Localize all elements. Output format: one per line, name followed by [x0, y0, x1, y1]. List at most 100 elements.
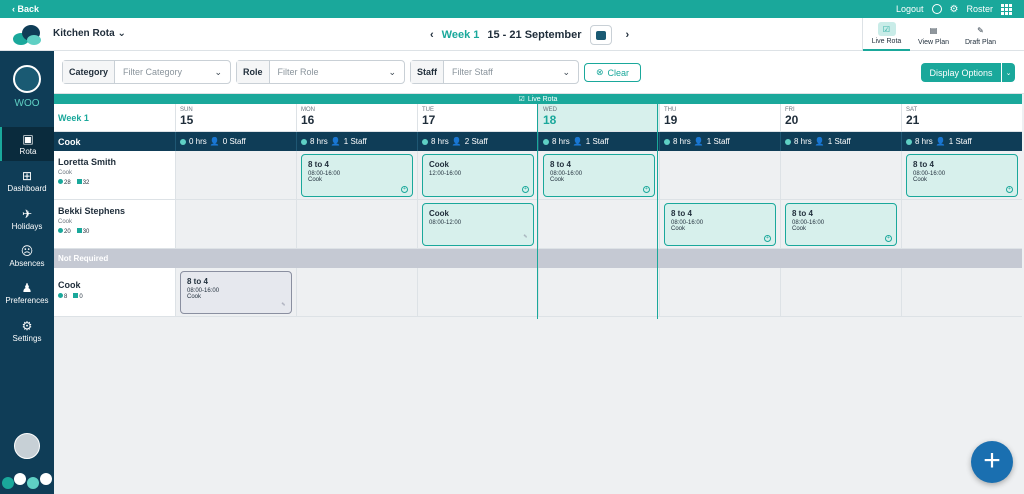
logout-link[interactable]: Logout [896, 4, 924, 14]
day-cell[interactable]: 8 to 4 08:00-16:00 Cook ✎ [175, 268, 296, 316]
view-draft-plan[interactable]: ✎ Draft Plan [957, 18, 1004, 51]
days-header: Week 1 SUN 15 MON 16 TUE 17 WED 18 THU 19 FRI… [54, 104, 1022, 132]
sidebar-item-settings[interactable]: ⚙ Settings [0, 314, 54, 348]
day-header-today: WED 18 [538, 104, 659, 131]
rota-selector[interactable]: Kitchen Rota ⌄ [53, 28, 126, 39]
roster-link[interactable]: Roster [966, 4, 993, 14]
day-cell[interactable] [901, 268, 1022, 316]
shift-card[interactable]: 8 to 4 08:00-16:00 Cook ✎ [180, 271, 292, 314]
day-cell[interactable] [175, 200, 296, 248]
prev-week-icon[interactable]: ‹ [430, 29, 434, 41]
shift-card[interactable]: Cook 12:00-16:00 + [422, 154, 534, 197]
hours: 8 hrs [431, 137, 449, 146]
clock-icon [58, 179, 63, 184]
sidebar-item-dashboard[interactable]: ⊞ Dashboard [0, 164, 54, 198]
clock-icon [422, 138, 428, 145]
staff-filter[interactable]: Staff Filter Staff ⌄ [410, 60, 579, 84]
day-cell[interactable]: 8 to 4 08:00-16:00 Cook + [659, 200, 780, 248]
logout-icon[interactable] [931, 4, 942, 14]
staff-role: Cook [58, 219, 73, 225]
day-cell[interactable] [659, 268, 780, 316]
plus-circle-icon[interactable]: + [522, 186, 529, 193]
holiday-icon: ✈ [21, 206, 33, 221]
day-cell[interactable]: Cook 12:00-16:00 + [417, 151, 538, 199]
sidebar-item-rota[interactable]: ▣ Rota [0, 127, 54, 161]
day-cell[interactable] [296, 200, 417, 248]
clear-button[interactable]: ⊗ Clear [584, 63, 641, 82]
staff-role: Cook [58, 170, 73, 176]
shift-card[interactable]: Cook 08:00-12:00 ✎ [422, 203, 534, 246]
day-cell[interactable] [296, 268, 417, 316]
day-number: 20 [785, 113, 799, 127]
person-icon: 👤 [209, 137, 220, 146]
sidebar-item-absences[interactable]: ☹ Absences [0, 239, 54, 273]
briefcase-icon: ▤ [929, 25, 938, 35]
next-week-icon[interactable]: › [626, 29, 630, 41]
plus-circle-icon[interactable]: + [643, 186, 650, 193]
calendar-button[interactable] [589, 25, 612, 45]
view-plan[interactable]: ▤ View Plan [910, 18, 957, 51]
day-cell[interactable] [901, 200, 1022, 248]
contract-icon [73, 293, 79, 298]
day-cell[interactable]: 8 to 4 08:00-16:00 Cook + [296, 151, 417, 199]
day-cell[interactable] [175, 151, 296, 199]
settings-icon[interactable]: ⚙ [950, 4, 959, 15]
clear-icon: ⊗ [595, 67, 604, 77]
view-live-rota[interactable]: ☑ Live Rota [863, 18, 910, 51]
chevron-down-icon: ⌄ [388, 66, 396, 77]
pencil-icon[interactable]: ✎ [280, 303, 287, 310]
shift-card[interactable]: 8 to 4 08:00-16:00 Cook + [906, 154, 1018, 197]
person-icon: 👤 [935, 137, 946, 146]
day-cell[interactable] [780, 151, 901, 199]
plus-circle-icon[interactable]: + [764, 235, 771, 242]
shift-role: Cook [550, 177, 565, 183]
sidebar-item-preferences[interactable]: ♟ Preferences [0, 276, 54, 310]
back-link[interactable]: ‹ Back [12, 4, 39, 14]
stat-contract: 32 [82, 180, 90, 186]
day-cell[interactable]: 8 to 4 08:00-16:00 Cook + [538, 151, 659, 199]
day-cell[interactable] [538, 268, 659, 316]
shift-card[interactable]: 8 to 4 08:00-16:00 Cook + [785, 203, 897, 246]
calendar-icon [595, 30, 606, 40]
display-options-button[interactable]: Display Options [921, 63, 1001, 82]
plus-circle-icon[interactable]: + [1006, 186, 1013, 193]
day-cell[interactable]: 8 to 4 08:00-16:00 Cook + [901, 151, 1022, 199]
hours: 8 hrs [915, 137, 933, 146]
shift-role: Cook [792, 226, 807, 232]
company-logo [13, 65, 41, 93]
staff-count: 0 Staff [222, 137, 246, 146]
plus-circle-icon[interactable]: + [401, 186, 408, 193]
day-cell[interactable]: Cook 08:00-12:00 ✎ [417, 200, 538, 248]
hours: 8 hrs [310, 137, 328, 146]
person-icon: 👤 [330, 137, 341, 146]
day-summary: 8 hrs 👤 1 Staff [659, 132, 780, 151]
absences-icon: ☹ [20, 243, 34, 258]
staff-count: 1 Staff [343, 137, 367, 146]
day-cell[interactable] [780, 268, 901, 316]
display-options-dropdown[interactable]: ⌄ [1002, 63, 1015, 82]
staff-info[interactable]: Loretta Smith Cook 28 32 [54, 151, 175, 199]
category-filter[interactable]: Category Filter Category ⌄ [62, 60, 231, 84]
sidebar-item-holidays[interactable]: ✈ Holidays [0, 202, 54, 236]
pencil-icon[interactable]: ✎ [522, 235, 529, 242]
add-shift-button[interactable]: + [971, 441, 1013, 483]
role-filter[interactable]: Role Filter Role ⌄ [236, 60, 405, 84]
sidebar-item-label: Rota [19, 146, 37, 156]
staff-stats: 28 32 [58, 179, 171, 186]
day-cell[interactable] [538, 200, 659, 248]
staff-info[interactable]: Bekki Stephens Cook 20 30 [54, 200, 175, 248]
plus-circle-icon[interactable]: + [885, 235, 892, 242]
shift-role: Cook [671, 226, 686, 232]
user-avatar[interactable] [14, 433, 40, 459]
day-cell[interactable] [417, 268, 538, 316]
day-cell[interactable]: 8 to 4 08:00-16:00 Cook + [780, 200, 901, 248]
shift-role: Cook [187, 294, 202, 300]
shift-card[interactable]: 8 to 4 08:00-16:00 Cook + [543, 154, 655, 197]
apps-grid-icon[interactable] [1001, 3, 1012, 15]
day-number: 21 [906, 113, 920, 127]
shift-title: 8 to 4 [550, 160, 571, 169]
shift-card[interactable]: 8 to 4 08:00-16:00 Cook + [664, 203, 776, 246]
shift-card[interactable]: 8 to 4 08:00-16:00 Cook + [301, 154, 413, 197]
day-cell[interactable] [659, 151, 780, 199]
gear-icon: ⚙ [21, 318, 33, 333]
